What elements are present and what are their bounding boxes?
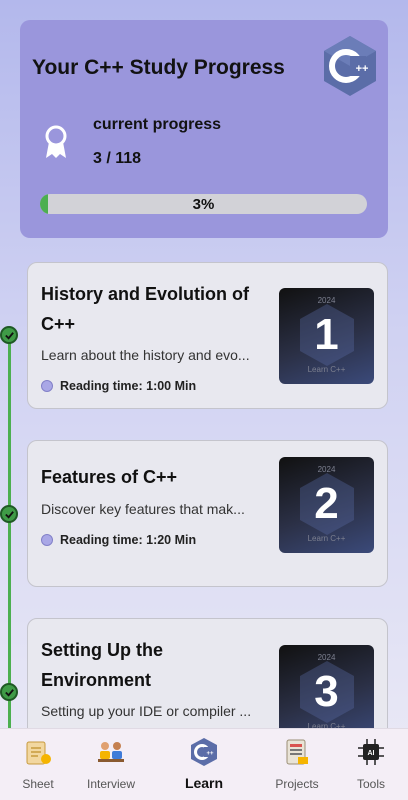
lesson-number: 3 xyxy=(314,667,339,716)
nav-label: Projects xyxy=(275,777,319,791)
clock-icon xyxy=(41,534,53,546)
progress-percent: 3% xyxy=(192,196,215,213)
lesson-thumbnail: 2024 1 Learn C++ xyxy=(279,288,374,384)
thumbnail-year: 2024 xyxy=(317,653,336,662)
lesson-thumbnail: 2024 2 Learn C++ xyxy=(279,457,374,553)
nav-item-learn[interactable]: ++ Learn xyxy=(164,737,244,791)
progress-count: 3 / 118 xyxy=(93,150,142,167)
nav-label: Learn xyxy=(184,775,224,791)
lesson-number: 1 xyxy=(314,310,339,359)
cpp-logo-icon: ++ xyxy=(191,738,217,766)
lesson-card-1[interactable]: History and Evolution of C++ Learn about… xyxy=(27,262,388,409)
nav-item-sheet[interactable]: Sheet xyxy=(0,737,78,791)
nav-item-tools[interactable]: AI Tools xyxy=(331,737,408,791)
check-icon xyxy=(0,505,18,523)
progress-label: current progress xyxy=(93,116,222,133)
thumbnail-label: Learn C++ xyxy=(307,534,346,543)
reading-time-text: Reading time: 1:20 Min xyxy=(60,533,197,547)
sheet-icon xyxy=(26,741,51,765)
lesson-card-2[interactable]: Features of C++ Discover key features th… xyxy=(27,440,388,587)
reading-time: Reading time: 1:00 Min xyxy=(41,379,196,393)
nav-label: Interview xyxy=(86,777,136,791)
progress-card: Your C++ Study Progress ++ current progr… xyxy=(20,20,388,238)
lesson-thumbnail: 2024 3 Learn C++ xyxy=(279,645,374,741)
thumbnail-year: 2024 xyxy=(317,465,336,474)
clock-icon xyxy=(41,380,53,392)
svg-text:++: ++ xyxy=(356,63,369,75)
projects-icon xyxy=(286,739,308,765)
timeline-line xyxy=(8,330,11,730)
check-icon xyxy=(0,326,18,344)
cpp-logo-icon: ++ xyxy=(324,36,376,96)
thumbnail-label: Learn C++ xyxy=(307,365,346,374)
lesson-description: Learn about the history and evo... xyxy=(41,347,250,363)
thumbnail-year: 2024 xyxy=(317,296,336,305)
award-ribbon-icon xyxy=(45,125,67,158)
check-icon xyxy=(0,683,18,701)
svg-text:AI: AI xyxy=(368,750,375,757)
ai-chip-icon: AI xyxy=(358,739,384,765)
lesson-title: Features of C++ xyxy=(41,467,178,487)
nav-item-interview[interactable]: Interview xyxy=(71,737,151,791)
reading-time-text: Reading time: 1:00 Min xyxy=(60,379,197,393)
nav-label: Sheet xyxy=(22,777,54,791)
progress-bar: 3% xyxy=(40,194,367,214)
nav-label: Tools xyxy=(356,777,385,791)
nav-item-projects[interactable]: Projects xyxy=(257,737,337,791)
lesson-number: 2 xyxy=(314,479,339,528)
interview-icon xyxy=(98,742,124,762)
progress-title: Your C++ Study Progress xyxy=(32,56,285,79)
lesson-title: Setting Up the Environment xyxy=(41,640,163,690)
svg-text:++: ++ xyxy=(206,751,214,757)
lesson-title: History and Evolution of C++ xyxy=(41,284,250,334)
lesson-description: Setting up your IDE or compiler ... xyxy=(41,703,252,719)
lesson-description: Discover key features that mak... xyxy=(41,501,245,517)
reading-time: Reading time: 1:20 Min xyxy=(41,533,196,547)
bottom-navigation: Sheet Interview ++ Learn Projects AI Too… xyxy=(0,728,408,800)
